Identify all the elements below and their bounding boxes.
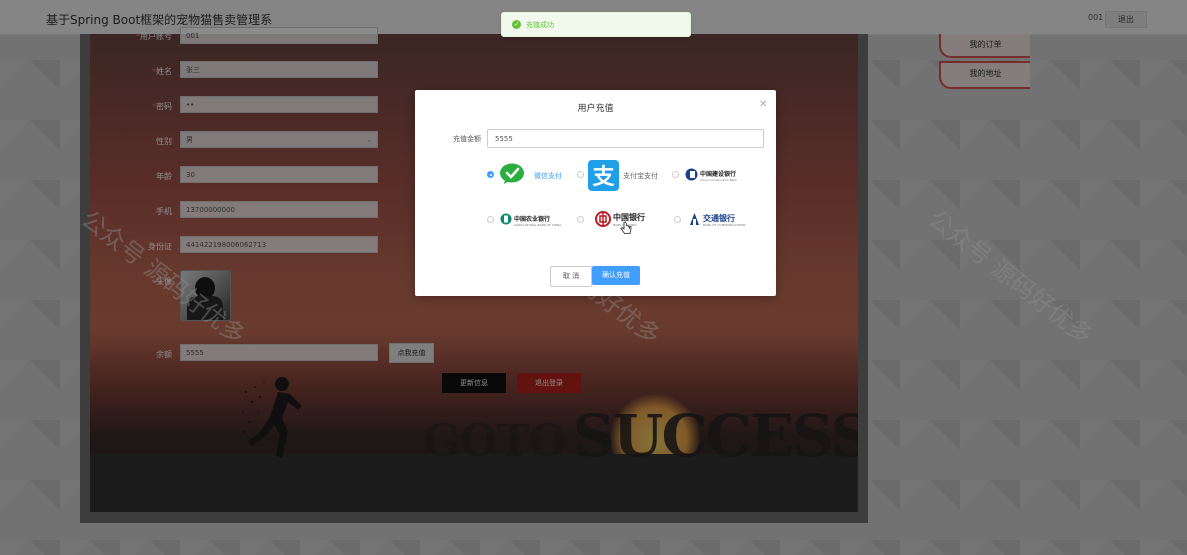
wechat-pay-label: 微信支付	[534, 172, 562, 180]
abc-name: 中国农业银行	[514, 216, 551, 223]
abc-sub: AGRICULTURAL BANK OF CHINA	[514, 223, 562, 227]
bocom-sub: BANK OF COMMUNICATIONS	[703, 223, 746, 227]
radio-ccb[interactable]	[672, 171, 679, 178]
dialog-title: 用户充值	[577, 104, 614, 114]
cancel-button[interactable]: 取 消	[550, 266, 592, 287]
check-circle-icon: ✓	[512, 20, 521, 29]
alipay-icon: 支	[588, 160, 619, 191]
recharge-dialog: 用户充值 ✕ 充值金额 5555 微信支付 支 支付宝支付 中国建设银行 Chi…	[415, 90, 776, 296]
svg-text:支: 支	[592, 165, 615, 190]
amount-label: 充值金额	[453, 135, 481, 143]
boc-logo	[595, 211, 611, 227]
confirm-recharge-button[interactable]: 确认充值	[592, 266, 640, 285]
radio-wechat[interactable]	[487, 171, 494, 178]
radio-abc[interactable]	[487, 216, 494, 223]
hand-cursor-icon	[620, 221, 632, 234]
ccb-sub: China Construction Bank	[700, 178, 738, 182]
radio-boc[interactable]	[577, 216, 584, 223]
radio-alipay[interactable]	[577, 171, 584, 178]
abc-logo	[500, 213, 512, 225]
success-toast: ✓ 充值成功	[501, 12, 691, 37]
close-icon[interactable]: ✕	[759, 99, 767, 110]
ccb-logo	[685, 168, 698, 181]
bocom-logo	[690, 213, 699, 225]
radio-bocom[interactable]	[674, 216, 681, 223]
alipay-label: 支付宝支付	[623, 172, 658, 180]
amount-input[interactable]: 5555	[487, 129, 764, 148]
ccb-name: 中国建设银行	[700, 171, 737, 178]
toast-message: 充值成功	[526, 21, 554, 29]
wechat-icon	[500, 163, 524, 184]
